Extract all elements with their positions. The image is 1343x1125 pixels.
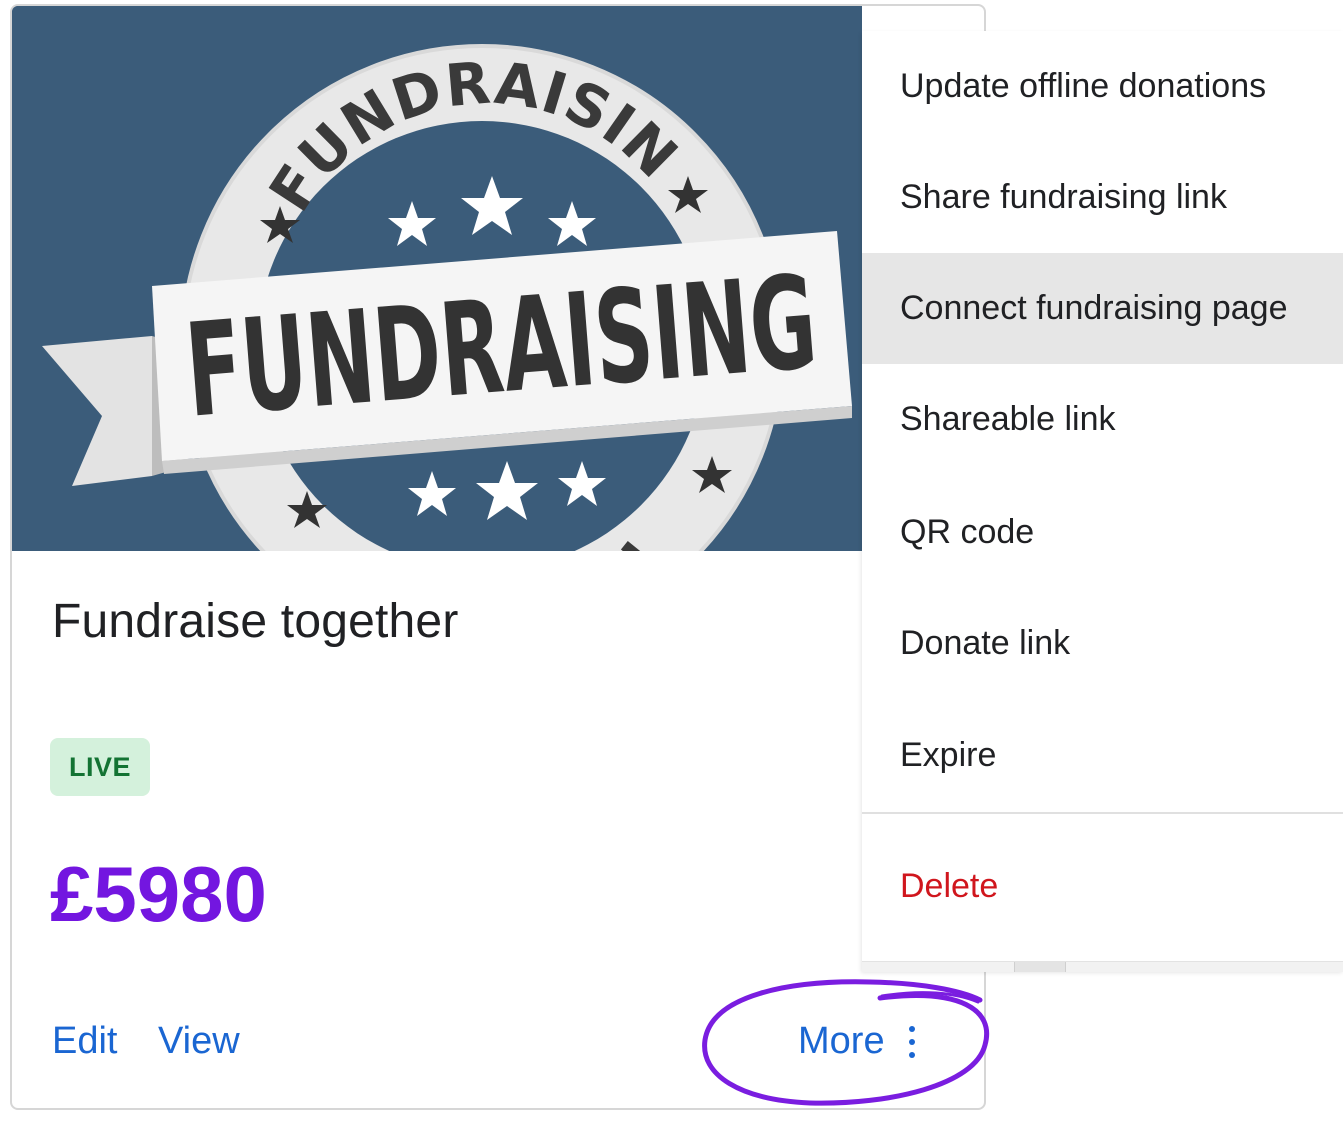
menu-item-delete[interactable]: Delete	[862, 831, 1343, 942]
more-label: More	[798, 1020, 885, 1062]
amount-raised: £5980	[50, 850, 267, 938]
menu-item-share-fundraising-link[interactable]: Share fundraising link	[862, 142, 1343, 253]
kebab-menu-icon	[908, 1025, 915, 1058]
more-button[interactable]: More	[798, 1020, 915, 1063]
view-link[interactable]: View	[158, 1020, 240, 1063]
campaign-title: Fundraise together	[52, 595, 459, 648]
menu-item-qr-code[interactable]: QR code	[862, 477, 1343, 588]
status-badge: LIVE	[50, 738, 150, 796]
fundraising-image: FUNDRAISING FUNDRAISING	[12, 6, 862, 551]
edit-link[interactable]: Edit	[52, 1020, 117, 1063]
menu-bottom-edge	[862, 961, 1343, 972]
menu-item-expire[interactable]: Expire	[862, 700, 1343, 811]
menu-item-update-offline-donations[interactable]: Update offline donations	[862, 31, 1343, 142]
menu-item-shareable-link[interactable]: Shareable link	[862, 364, 1343, 475]
fundraising-emblem-image: FUNDRAISING FUNDRAISING	[12, 6, 862, 551]
more-dropdown-menu: Update offline donations Share fundraisi…	[862, 31, 1343, 972]
campaign-card: FUNDRAISING FUNDRAISING	[10, 4, 986, 1110]
menu-item-connect-fundraising-page[interactable]: Connect fundraising page	[862, 253, 1343, 364]
menu-item-donate-link[interactable]: Donate link	[862, 588, 1343, 699]
menu-divider	[862, 812, 1343, 814]
